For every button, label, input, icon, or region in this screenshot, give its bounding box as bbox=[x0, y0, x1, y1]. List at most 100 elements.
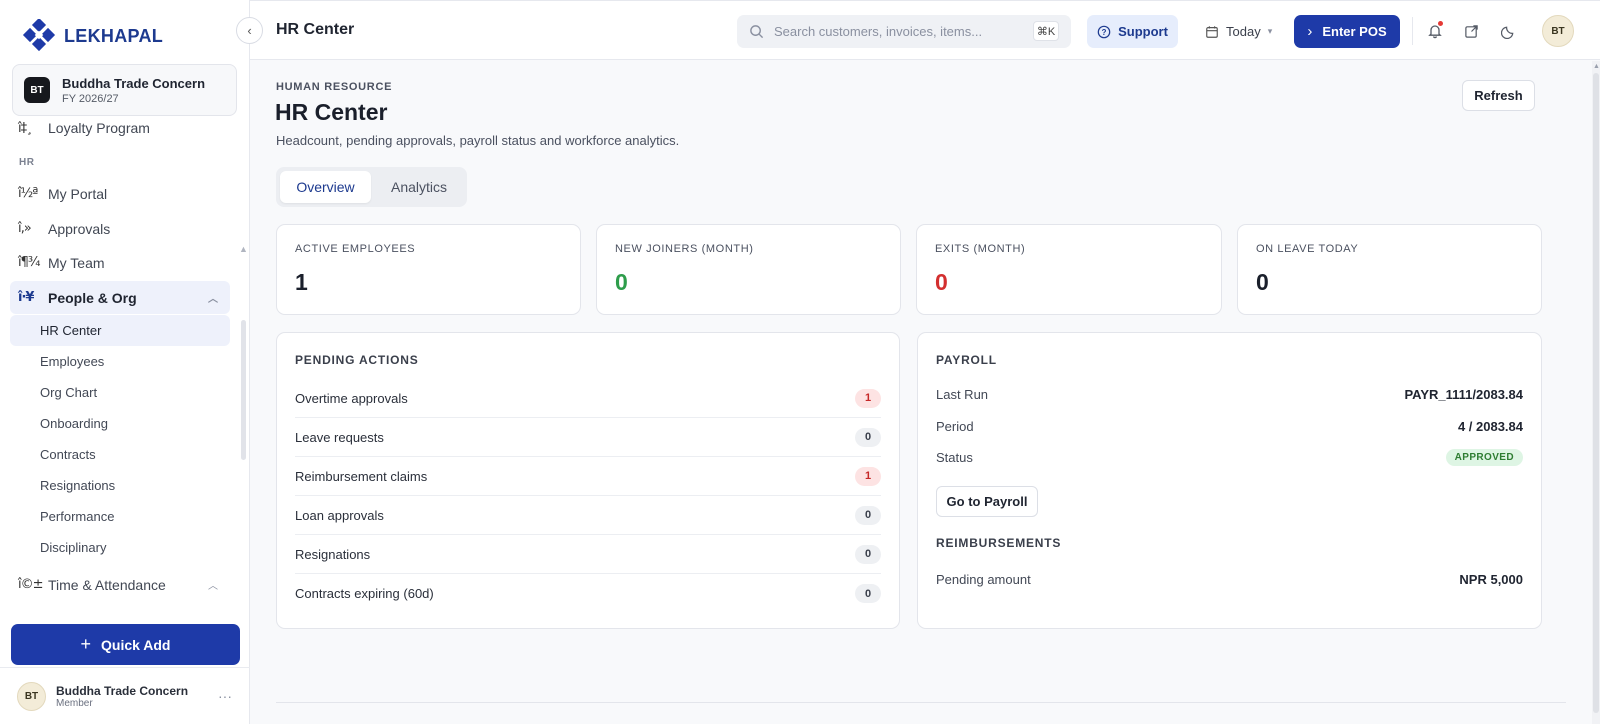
enter-pos-button[interactable]: › Enter POS bbox=[1294, 15, 1400, 48]
user-role: Member bbox=[56, 697, 93, 709]
field-label: Period bbox=[936, 418, 974, 434]
kpi-value: 0 bbox=[1256, 269, 1269, 295]
org-badge: BT bbox=[24, 77, 50, 103]
topbar-title: HR Center bbox=[276, 21, 355, 38]
count-badge: 1 bbox=[855, 388, 881, 408]
brand-logo[interactable]: LEKHAPAL bbox=[22, 18, 163, 54]
quick-add-button[interactable]: + Quick Add bbox=[11, 624, 240, 665]
user-info: Buddha Trade Concern Member bbox=[56, 684, 188, 709]
kpi-value: 0 bbox=[615, 269, 628, 295]
count-badge: 0 bbox=[855, 584, 881, 603]
kpi-card-on-leave: ON LEAVE TODAY 0 bbox=[1237, 224, 1542, 315]
sidebar-subitem-hr-center[interactable]: HR Center bbox=[10, 315, 230, 346]
team-icon: î¶¾ bbox=[18, 255, 40, 270]
field-label: Status bbox=[936, 449, 973, 465]
kpi-label: ACTIVE EMPLOYEES bbox=[295, 243, 416, 255]
payroll-status: Status APPROVED bbox=[936, 447, 1523, 467]
pending-label: Loan approvals bbox=[295, 507, 384, 523]
page-scrollbar[interactable]: ▲ bbox=[1592, 61, 1600, 724]
sidebar-subitem-performance[interactable]: Performance bbox=[10, 501, 230, 532]
sidebar-item-label: Approvals bbox=[48, 220, 111, 237]
people-icon: î·¥ bbox=[18, 290, 34, 305]
quick-add-label: Quick Add bbox=[101, 636, 171, 653]
pending-label: Leave requests bbox=[295, 429, 384, 445]
sidebar-item-my-portal[interactable]: î½ª My Portal bbox=[10, 177, 230, 210]
field-value: NPR 5,000 bbox=[1459, 571, 1523, 587]
sidebar-item-my-team[interactable]: î¶¾ My Team bbox=[10, 246, 230, 279]
kpi-label: EXITS (MONTH) bbox=[935, 243, 1026, 255]
search-icon bbox=[750, 25, 764, 39]
portal-icon: î½ª bbox=[18, 186, 38, 201]
pending-row-resignations[interactable]: Resignations 0 bbox=[295, 535, 881, 574]
panel-title: PENDING ACTIONS bbox=[295, 353, 419, 367]
chevron-right-icon: › bbox=[1307, 23, 1313, 40]
refresh-button[interactable]: Refresh bbox=[1462, 80, 1535, 111]
search-placeholder: Search customers, invoices, items... bbox=[774, 24, 983, 39]
moon-icon bbox=[1500, 26, 1513, 39]
scroll-up-icon[interactable]: ▲ bbox=[1593, 63, 1600, 70]
field-value: 4 / 2083.84 bbox=[1457, 418, 1523, 434]
kpi-card-new-joiners: NEW JOINERS (MONTH) 0 bbox=[596, 224, 901, 315]
support-label: Support bbox=[1118, 24, 1168, 39]
page-eyebrow: HUMAN RESOURCE bbox=[276, 81, 393, 93]
field-value: PAYR_1111/2083.84 bbox=[1404, 386, 1523, 402]
fiscal-year: FY 2026/27 bbox=[62, 92, 119, 105]
divider bbox=[1412, 17, 1413, 45]
approvals-icon: î‚» bbox=[18, 221, 32, 236]
sidebar-scrollbar[interactable] bbox=[241, 320, 246, 460]
kpi-value: 0 bbox=[935, 269, 948, 295]
open-external-button[interactable] bbox=[1459, 19, 1483, 43]
tab-analytics[interactable]: Analytics bbox=[375, 171, 463, 203]
sidebar-subitem-contracts[interactable]: Contracts bbox=[10, 439, 230, 470]
chevron-left-icon: ‹ bbox=[247, 23, 252, 38]
pending-label: Reimbursement claims bbox=[295, 468, 428, 484]
sidebar-subitem-disciplinary[interactable]: Disciplinary bbox=[10, 532, 230, 563]
go-to-payroll-button[interactable]: Go to Payroll bbox=[936, 486, 1038, 517]
pending-row-contracts[interactable]: Contracts expiring (60d) 0 bbox=[295, 574, 881, 613]
sidebar-item-people-org[interactable]: î·¥ People & Org ︿ bbox=[10, 281, 230, 314]
pending-row-reimbursement[interactable]: Reimbursement claims 1 bbox=[295, 457, 881, 496]
brand-name: LEKHAPAL bbox=[64, 25, 164, 46]
count-badge: 0 bbox=[855, 544, 881, 564]
pending-row-loan[interactable]: Loan approvals 0 bbox=[295, 496, 881, 535]
support-button[interactable]: ? Support bbox=[1087, 15, 1178, 48]
sidebar-item-label: My Team bbox=[48, 254, 105, 271]
pending-row-overtime[interactable]: Overtime approvals 1 bbox=[295, 379, 881, 418]
help-circle-icon: ? bbox=[1097, 25, 1111, 38]
scrollbar-thumb[interactable] bbox=[1593, 73, 1599, 713]
pending-row-leave[interactable]: Leave requests 0 bbox=[295, 418, 881, 457]
avatar: BT bbox=[17, 681, 46, 711]
org-switcher[interactable]: BT Buddha Trade Concern FY 2026/27 bbox=[12, 64, 237, 116]
enter-pos-label: Enter POS bbox=[1322, 24, 1387, 39]
kpi-card-exits: EXITS (MONTH) 0 bbox=[916, 224, 1222, 315]
sidebar-item-approvals[interactable]: î‚» Approvals bbox=[10, 212, 230, 245]
chevron-up-icon: ︿ bbox=[208, 581, 218, 592]
sidebar-subitem-onboarding[interactable]: Onboarding bbox=[10, 408, 230, 439]
kpi-value: 1 bbox=[295, 269, 308, 295]
theme-toggle-button[interactable] bbox=[1496, 19, 1520, 43]
sidebar-item-time-attendance[interactable]: î©± Time & Attendance ︿ bbox=[10, 568, 230, 601]
collapse-sidebar-button[interactable]: ‹ bbox=[236, 17, 263, 44]
scroll-up-icon[interactable]: ▲ bbox=[239, 244, 248, 254]
user-menu[interactable]: BT Buddha Trade Concern Member ··· bbox=[0, 667, 250, 724]
chevron-down-icon: ▾ bbox=[1267, 26, 1273, 36]
plus-icon: + bbox=[80, 634, 91, 654]
count-badge: 1 bbox=[855, 466, 881, 486]
pending-label: Resignations bbox=[295, 546, 371, 562]
sidebar-subitem-resignations[interactable]: Resignations bbox=[10, 470, 230, 501]
tab-overview[interactable]: Overview bbox=[280, 171, 371, 203]
sidebar-item-loyalty-program[interactable]: î‡¸ Loyalty Program bbox=[10, 116, 230, 136]
sidebar-subitem-employees[interactable]: Employees bbox=[10, 346, 230, 377]
pending-label: Overtime approvals bbox=[295, 390, 408, 406]
date-filter-dropdown[interactable]: Today ▾ bbox=[1205, 15, 1285, 48]
sidebar: LEKHAPAL BT Buddha Trade Concern FY 2026… bbox=[0, 0, 250, 724]
user-name: Buddha Trade Concern bbox=[56, 683, 189, 698]
more-icon[interactable]: ··· bbox=[218, 688, 232, 704]
sidebar-subitem-org-chart[interactable]: Org Chart bbox=[10, 377, 230, 408]
profile-avatar-button[interactable]: BT bbox=[1542, 15, 1574, 47]
notifications-button[interactable] bbox=[1423, 19, 1447, 43]
search-input[interactable]: Search customers, invoices, items... ⌘K bbox=[737, 15, 1071, 48]
reimbursements-title: REIMBURSEMENTS bbox=[936, 536, 1062, 550]
reimbursement-pending: Pending amount NPR 5,000 bbox=[936, 569, 1523, 589]
loyalty-icon: î‡¸ bbox=[18, 121, 33, 136]
